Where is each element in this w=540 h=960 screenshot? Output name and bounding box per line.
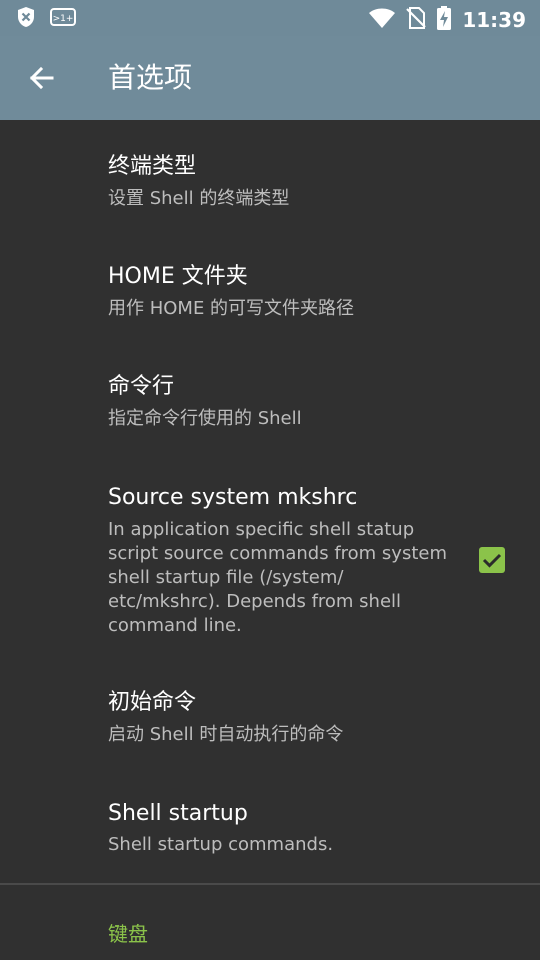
- pref-summary: 用作 HOME 的可写文件夹路径: [108, 298, 355, 319]
- no-sim-icon: [406, 6, 427, 34]
- pref-summary: In application specific shell statup scr…: [108, 519, 448, 636]
- pref-source-system-mkshrc[interactable]: Source system mkshrc In application spec…: [0, 480, 540, 640]
- category-keyboard: 键盘: [108, 922, 148, 946]
- page-title: 首选项: [108, 61, 193, 94]
- wifi-icon: [368, 7, 396, 33]
- mkshrc-checkbox[interactable]: [479, 547, 505, 573]
- battery-charging-icon: [436, 6, 452, 34]
- pref-summary: 指定命令行使用的 Shell: [108, 408, 302, 429]
- pref-title: HOME 文件夹: [108, 264, 248, 289]
- pref-initial-command[interactable]: 初始命令 启动 Shell 时自动执行的命令: [0, 686, 540, 756]
- shield-icon: [16, 6, 36, 32]
- pref-command-line[interactable]: 命令行 指定命令行使用的 Shell: [0, 370, 540, 440]
- pref-title: 终端类型: [108, 154, 197, 179]
- arrow-back-icon[interactable]: [24, 60, 60, 96]
- pref-summary: Shell startup commands.: [108, 834, 334, 855]
- pref-title: Shell startup: [108, 801, 248, 826]
- checkmark-icon: [482, 553, 502, 568]
- pref-title: 命令行: [108, 374, 175, 399]
- pref-summary: 启动 Shell 时自动执行的命令: [108, 724, 344, 745]
- divider: [0, 883, 540, 885]
- pref-terminal-type[interactable]: 终端类型 设置 Shell 的终端类型: [0, 150, 540, 220]
- app-bar: 首选项: [0, 36, 540, 120]
- svg-text:>1+: >1+: [53, 14, 74, 24]
- status-bar: >1+ 11:39: [0, 0, 540, 36]
- pref-home-folder[interactable]: HOME 文件夹 用作 HOME 的可写文件夹路径: [0, 260, 540, 330]
- pref-title: Source system mkshrc: [108, 485, 358, 510]
- clock: 11:39: [462, 8, 526, 32]
- notification-badge-icon: >1+: [50, 7, 76, 31]
- pref-title: 初始命令: [108, 690, 197, 715]
- pref-shell-startup[interactable]: Shell startup Shell startup commands.: [0, 796, 540, 866]
- pref-summary: 设置 Shell 的终端类型: [108, 188, 290, 209]
